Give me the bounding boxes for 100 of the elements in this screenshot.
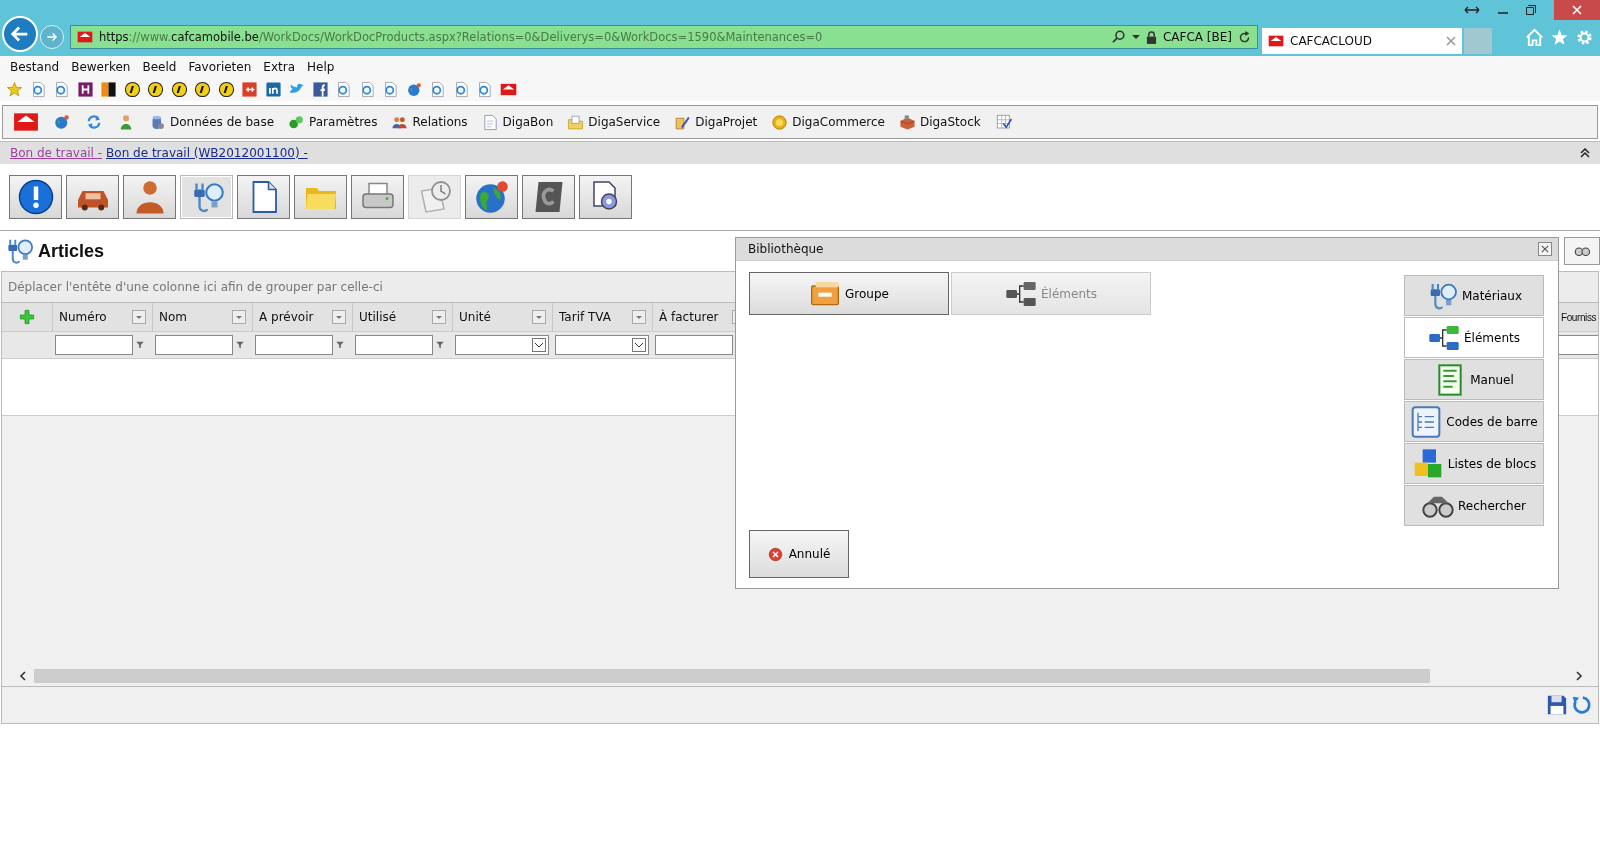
toolbar-item[interactable]: DigaBon <box>481 113 554 131</box>
close-icon[interactable] <box>1446 36 1456 46</box>
mode-button[interactable]: Groupe <box>749 272 949 315</box>
filter-icon[interactable] <box>235 340 245 350</box>
filter-field[interactable] <box>55 335 133 355</box>
action-button[interactable] <box>237 175 290 219</box>
action-button[interactable] <box>66 175 119 219</box>
source-tab[interactable]: Éléments <box>1404 317 1544 358</box>
grid-check-icon[interactable] <box>994 113 1013 131</box>
column-header[interactable]: Numéro <box>53 303 153 331</box>
star-icon[interactable] <box>6 80 23 98</box>
page-icon[interactable] <box>429 80 446 98</box>
menu-item[interactable]: Bewerken <box>65 59 137 74</box>
toolbar-item[interactable]: DigaCommerce <box>771 113 885 131</box>
column-menu-icon[interactable] <box>232 310 246 324</box>
resize-icon[interactable] <box>1464 5 1480 15</box>
breadcrumb-link[interactable]: Bon de travail - <box>10 146 103 160</box>
coin-icon[interactable] <box>194 80 211 98</box>
column-header[interactable]: Unité <box>453 303 553 331</box>
toolbar-item[interactable]: Paramètres <box>288 113 378 131</box>
page-icon[interactable] <box>53 80 70 98</box>
page-icon[interactable] <box>335 80 352 98</box>
save-icon[interactable] <box>1546 694 1568 716</box>
site-identity[interactable]: CAFCA [BE] <box>1162 30 1232 44</box>
source-tab[interactable]: Manuel <box>1404 359 1544 400</box>
scroll-left-icon[interactable] <box>18 671 28 681</box>
forward-arrow-icon <box>45 30 59 44</box>
page-icon[interactable] <box>382 80 399 98</box>
tile-icon[interactable] <box>100 80 117 98</box>
caret-icon[interactable] <box>1131 33 1140 41</box>
page-icon[interactable] <box>476 80 493 98</box>
collapse-icon[interactable] <box>1580 148 1590 158</box>
breadcrumb-link[interactable]: Bon de travail (WB2012001100) - <box>106 146 308 160</box>
toolbar-item[interactable]: DigaService <box>567 113 661 131</box>
filter-field[interactable] <box>155 335 233 355</box>
coin-icon[interactable] <box>147 80 164 98</box>
add-icon[interactable] <box>19 309 35 325</box>
cancel-button[interactable]: Annulé <box>749 530 849 578</box>
toolbar-item[interactable]: Relations <box>391 113 468 131</box>
close-button[interactable] <box>1538 242 1552 256</box>
filter-icon[interactable] <box>335 340 345 350</box>
toolbar-item[interactable]: DigaStock <box>898 113 981 131</box>
address-bar[interactable]: https://www.cafcamobile.be/WorkDocs/WorkDocProducts.aspx?Relations=0&Deliverys=0&WorkDocs=1590&Maintenances=0 CAFCA [BE] <box>70 25 1258 49</box>
toolbar-item[interactable]: DigaProjet <box>674 113 758 131</box>
caret-icon <box>532 338 546 352</box>
column-header[interactable]: Tarif TVA <box>553 303 653 331</box>
dialog-title: Bibliothèque <box>748 242 824 256</box>
filter-field[interactable] <box>655 335 733 355</box>
view-button[interactable] <box>1564 237 1600 265</box>
column-menu-icon[interactable] <box>532 310 546 324</box>
tile-icon[interactable] <box>311 80 329 98</box>
browser-tab[interactable]: CAFCACLOUD <box>1262 28 1462 54</box>
source-tab[interactable]: Listes de blocs <box>1404 443 1544 484</box>
column-header[interactable]: Utilisé <box>353 303 453 331</box>
column-header[interactable]: A prévoir <box>253 303 353 331</box>
column-header[interactable]: Nom <box>153 303 253 331</box>
undo-icon[interactable] <box>1570 694 1592 716</box>
filter-field[interactable] <box>255 335 333 355</box>
toolbar-item[interactable]: Données de base <box>149 113 275 131</box>
menu-item[interactable]: Bestand <box>4 59 66 74</box>
column-menu-icon[interactable] <box>632 310 646 324</box>
source-tab[interactable]: Rechercher <box>1404 485 1544 526</box>
coin-icon[interactable] <box>217 80 235 98</box>
column-menu-icon[interactable] <box>332 310 346 324</box>
action-button[interactable] <box>9 175 62 219</box>
filter-dropdown[interactable] <box>555 335 649 355</box>
column-menu-icon[interactable] <box>432 310 446 324</box>
scroll-right-icon[interactable] <box>1574 671 1584 681</box>
coin-icon[interactable] <box>170 80 188 98</box>
scrollbar-thumb[interactable] <box>34 669 1430 683</box>
menu-item[interactable]: Beeld <box>136 59 183 74</box>
info-icon <box>17 179 54 215</box>
action-button[interactable] <box>579 175 632 219</box>
tile-icon[interactable] <box>264 80 282 98</box>
back-button[interactable] <box>2 16 38 52</box>
action-button[interactable] <box>465 175 518 219</box>
filter-field[interactable] <box>1558 335 1598 355</box>
menu-item[interactable]: Favorieten <box>182 59 258 74</box>
source-tab[interactable]: Codes de barre <box>1404 401 1544 442</box>
action-button[interactable] <box>351 175 404 219</box>
source-tab[interactable]: Matériaux <box>1404 275 1544 316</box>
filter-icon[interactable] <box>135 340 145 350</box>
menu-item[interactable]: Help <box>301 59 341 74</box>
filter-field[interactable] <box>355 335 433 355</box>
column-menu-icon[interactable] <box>132 310 146 324</box>
search-icon[interactable] <box>1111 30 1126 44</box>
restore-icon[interactable] <box>1526 5 1536 15</box>
coin-icon[interactable] <box>123 80 141 98</box>
filter-icon[interactable] <box>435 340 445 350</box>
filter-dropdown[interactable] <box>455 335 549 355</box>
refresh-icon[interactable] <box>1238 30 1251 44</box>
globe-icon[interactable] <box>53 113 71 131</box>
tile-icon[interactable] <box>241 80 258 98</box>
action-button[interactable] <box>522 175 575 219</box>
menu-item[interactable]: Extra <box>257 59 301 74</box>
close-button[interactable] <box>1554 0 1600 20</box>
tile-icon[interactable] <box>76 80 94 98</box>
globe-icon[interactable] <box>405 80 423 98</box>
action-button[interactable] <box>180 175 233 219</box>
column-header[interactable]: Fourniss <box>1561 303 1598 331</box>
